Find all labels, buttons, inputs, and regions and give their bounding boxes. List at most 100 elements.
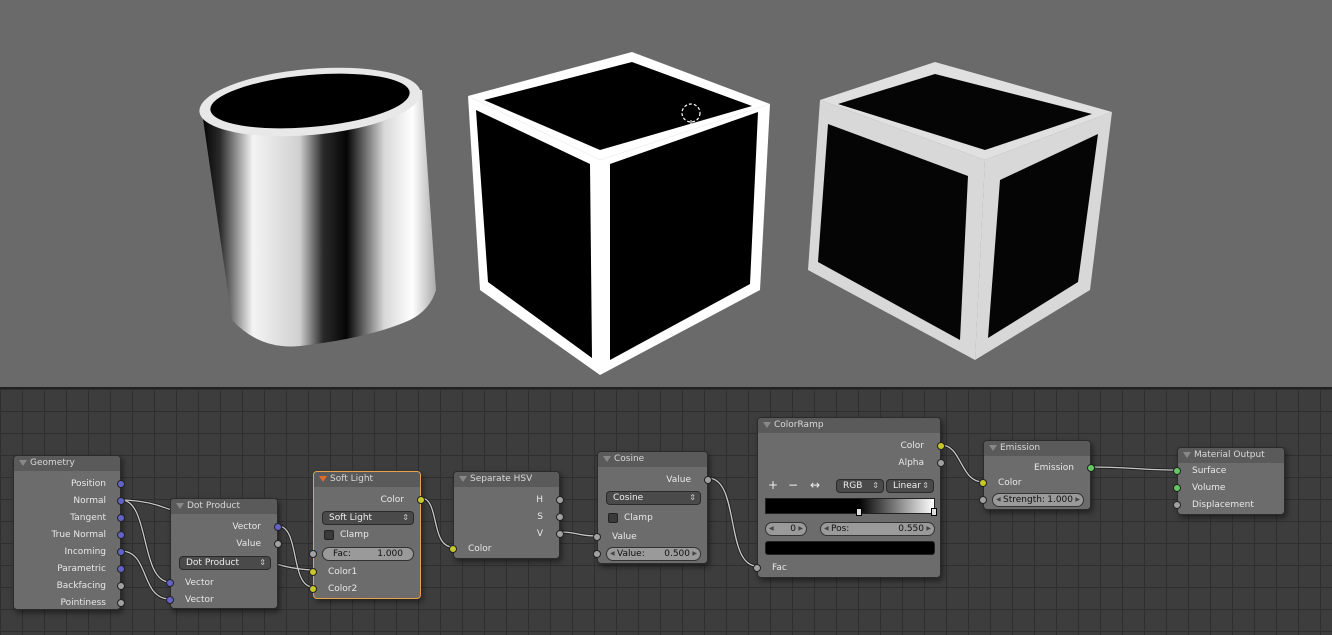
stop-color-swatch[interactable] [765,541,935,555]
updown-icon: ⇕ [922,481,929,490]
output-value: Value [666,475,691,485]
socket-strength-in[interactable] [979,496,987,504]
socket-normal[interactable] [117,497,125,505]
socket-color-in[interactable] [449,545,457,553]
color-ramp-bar[interactable] [765,498,935,514]
collapse-icon[interactable] [603,456,611,462]
arrow-left-icon[interactable]: ◀ [610,548,615,560]
node-header[interactable]: Material Output [1178,448,1284,463]
clamp-checkbox[interactable] [608,513,618,523]
socket-emission-out[interactable] [1087,464,1095,472]
collapse-icon[interactable] [319,476,327,482]
arrow-right-icon[interactable]: ▶ [692,548,697,560]
socket-tangent[interactable] [117,514,125,522]
node-header[interactable]: Dot Product [171,499,277,514]
updown-icon: ⇕ [689,493,696,502]
node-header[interactable]: Geometry [14,456,120,471]
socket-vector-in-2[interactable] [166,596,174,604]
socket-fac-in[interactable] [309,550,317,558]
node-title: Dot Product [187,501,240,511]
cube-soft-object[interactable] [808,62,1112,360]
color-mode-value: RGB [843,481,863,491]
socket-vector-out[interactable] [274,523,282,531]
dot-product-node[interactable]: Dot Product Vector Value Dot Product ⇕ Ve… [166,498,282,609]
socket-displacement-in[interactable] [1173,501,1181,509]
color-mode-dropdown[interactable]: RGB ⇕ [836,479,884,493]
collapse-icon[interactable] [763,422,771,428]
cosine-node[interactable]: Cosine Value Cosine ⇕ Clamp Value ◀ Value:… [593,451,712,564]
output-value: Value [236,539,261,549]
socket-color-out[interactable] [937,442,945,450]
socket-color-in[interactable] [979,479,987,487]
socket-true-normal[interactable] [117,531,125,539]
soft-light-node[interactable]: Soft Light Color Soft Light ⇕ Clamp Fac: 1… [309,471,425,599]
blend-mode-dropdown[interactable]: Soft Light ⇕ [322,511,414,525]
arrow-left-icon[interactable]: ◀ [769,523,774,535]
arrow-right-icon[interactable]: ▶ [926,523,931,535]
socket-color1-in[interactable] [309,568,317,576]
collapse-icon[interactable] [989,445,997,451]
output-emission: Emission [1033,463,1074,473]
socket-fac-in[interactable] [753,564,761,572]
remove-stop-button[interactable]: − [788,479,798,491]
socket-color-out[interactable] [417,496,425,504]
node-header[interactable]: Cosine [598,452,707,467]
operation-dropdown[interactable]: Cosine ⇕ [606,491,701,505]
clamp-checkbox[interactable] [324,530,334,540]
arrow-left-icon[interactable]: ◀ [824,523,829,535]
ramp-stop-1[interactable] [931,508,937,516]
operation-dropdown[interactable]: Dot Product ⇕ [179,556,271,570]
colorramp-node[interactable]: ColorRamp Color Alpha + − ↔ RGB ⇕ Linear ⇕… [753,417,945,578]
socket-parametric[interactable] [117,565,125,573]
socket-surface-in[interactable] [1173,467,1181,475]
cube-sharp-object[interactable] [468,52,770,375]
socket-value-in-1[interactable] [593,533,601,541]
interpolation-dropdown[interactable]: Linear ⇕ [886,479,934,493]
stop-index-field[interactable]: ◀ 0 ▶ [765,522,807,536]
socket-position[interactable] [117,480,125,488]
collapse-icon[interactable] [19,460,27,466]
strength-field[interactable]: ◀ Strength: 1.000 ▶ [992,493,1084,507]
socket-vector-in-1[interactable] [166,579,174,587]
input-fac: Fac [772,563,787,573]
node-header[interactable]: Soft Light [314,472,420,487]
input-vector-1: Vector [185,578,214,588]
ramp-stop-0[interactable] [856,508,862,516]
socket-value-out[interactable] [704,476,712,484]
node-header[interactable]: ColorRamp [758,418,940,433]
socket-color2-in[interactable] [309,585,317,593]
arrow-right-icon[interactable]: ▶ [798,523,803,535]
cylinder-object[interactable] [197,59,436,347]
socket-s-out[interactable] [556,513,564,521]
socket-h-out[interactable] [556,496,564,504]
geometry-node[interactable]: Geometry Position Normal Tangent True No… [13,455,125,610]
arrow-left-icon[interactable]: ◀ [996,494,1001,506]
collapse-icon[interactable] [176,503,184,509]
3d-viewport[interactable] [0,0,1332,387]
socket-volume-in[interactable] [1173,484,1181,492]
value-field[interactable]: ◀ Value: 0.500 ▶ [606,547,701,561]
flip-ramp-button[interactable]: ↔ [810,479,820,491]
node-header[interactable]: Emission [984,441,1090,456]
add-stop-button[interactable]: + [768,479,778,491]
output-alpha: Alpha [898,458,924,468]
socket-v-out[interactable] [556,530,564,538]
socket-backfacing[interactable] [117,582,125,590]
fac-label: Fac: [333,549,351,559]
socket-alpha-out[interactable] [937,459,945,467]
separate-hsv-node[interactable]: Separate HSV H S V Color [449,471,564,559]
material-output-node[interactable]: Material Output Surface Volume Displacem… [1173,447,1285,515]
emission-node[interactable]: Emission Emission Color ◀ Strength: 1.000 ▶ [979,440,1095,510]
arrow-right-icon[interactable]: ▶ [1075,494,1080,506]
fac-field[interactable]: Fac: 1.000 [322,547,414,561]
node-header[interactable]: Separate HSV [454,472,559,487]
pos-field[interactable]: ◀ Pos: 0.550 ▶ [820,522,935,536]
output-color: Color [380,495,405,505]
socket-value-in-2[interactable] [593,550,601,558]
collapse-icon[interactable] [1183,452,1191,458]
operation-value: Cosine [613,493,644,503]
collapse-icon[interactable] [459,476,467,482]
socket-value-out[interactable] [274,540,282,548]
socket-pointiness[interactable] [117,599,125,607]
socket-incoming[interactable] [117,548,125,556]
